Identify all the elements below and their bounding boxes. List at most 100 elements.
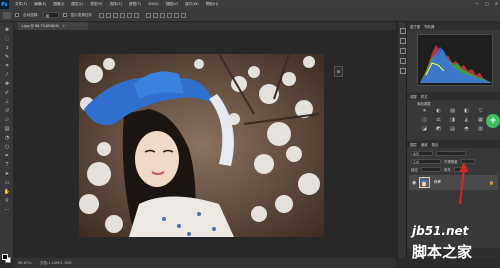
lock-icons[interactable] xyxy=(420,167,441,172)
menu-3d[interactable]: 3D(D) xyxy=(148,2,159,7)
layers-panel-header: 图层 通道 路径 xyxy=(407,140,500,148)
brush-tool-icon[interactable]: ✐ xyxy=(3,89,11,96)
menu-help[interactable]: 帮助(H) xyxy=(206,2,219,7)
gradient-tool-icon[interactable]: ▤ xyxy=(3,125,11,132)
properties-panel-icon[interactable] xyxy=(400,38,406,44)
more-tools-icon[interactable]: ⋯ xyxy=(3,206,11,213)
adjustments-title: 添加调整 xyxy=(417,102,431,106)
align-top-icon[interactable] xyxy=(99,12,105,18)
auto-select-checkbox[interactable] xyxy=(15,13,19,17)
tab-layers[interactable]: 图层 xyxy=(410,142,417,147)
green-add-button[interactable]: + xyxy=(486,114,500,128)
gradient-map-icon[interactable]: ◓ xyxy=(463,126,470,132)
adjustments-grid: ☀ ◐ ▨ ◧ ▽ ◫ ⚖ ◨ ◭ ▦ ◪ ◩ ▤ ◓ ▥ xyxy=(421,108,491,132)
distribute-bottom-icon[interactable] xyxy=(160,12,166,18)
selective-color-icon[interactable]: ▥ xyxy=(477,126,484,132)
eyedropper-tool-icon[interactable]: ⁄ xyxy=(3,71,11,78)
tab-paths[interactable]: 路径 xyxy=(432,142,439,147)
path-select-tool-icon[interactable]: ➤ xyxy=(3,170,11,177)
crop-tool-icon[interactable]: ⌗ xyxy=(3,62,11,69)
quick-select-tool-icon[interactable]: ✎ xyxy=(3,53,11,60)
tab-styles[interactable]: 样式 xyxy=(421,94,428,99)
clone-stamp-tool-icon[interactable]: ⊥ xyxy=(3,98,11,105)
align-vcenter-icon[interactable] xyxy=(106,12,112,18)
tab-adjustments[interactable]: 调整 xyxy=(410,94,417,99)
blend-mode-select[interactable]: 正常 xyxy=(411,159,441,164)
healing-brush-tool-icon[interactable]: ✚ xyxy=(3,80,11,87)
menu-window[interactable]: 窗口(W) xyxy=(185,2,199,7)
marquee-tool-icon[interactable]: ⬚ xyxy=(3,35,11,42)
eye-icon[interactable]: ◉ xyxy=(412,180,416,186)
history-brush-tool-icon[interactable]: ↺ xyxy=(3,107,11,114)
eraser-tool-icon[interactable]: ▱ xyxy=(3,116,11,123)
distribute-right-icon[interactable] xyxy=(181,12,187,18)
auto-select-dropdown[interactable]: 组 xyxy=(42,12,59,18)
align-right-icon[interactable] xyxy=(134,12,140,18)
float-panel-icon[interactable]: ⊞ xyxy=(334,66,343,77)
brightness-icon[interactable]: ☀ xyxy=(421,108,428,114)
tab-navigator[interactable]: 导航器 xyxy=(424,24,434,29)
history-panel-icon[interactable] xyxy=(400,28,406,34)
menu-file[interactable]: 文件(F) xyxy=(15,2,27,7)
lock-icon: 🔒 xyxy=(489,180,494,185)
blur-tool-icon[interactable]: ◔ xyxy=(3,134,11,141)
menu-layer[interactable]: 图层(L) xyxy=(71,2,83,7)
threshold-icon[interactable]: ▤ xyxy=(449,126,456,132)
photo-filter-icon[interactable]: ◭ xyxy=(463,117,470,123)
pen-tool-icon[interactable]: ✒ xyxy=(3,152,11,159)
layer-thumbnail-image xyxy=(420,178,430,187)
zoom-tool-icon[interactable]: ⚲ xyxy=(3,197,11,204)
menu-filter[interactable]: 滤镜(T) xyxy=(129,2,141,7)
exposure-icon[interactable]: ◧ xyxy=(463,108,470,114)
distribute-vcenter-icon[interactable] xyxy=(153,12,159,18)
posterize-icon[interactable]: ◩ xyxy=(435,126,442,132)
invert-icon[interactable]: ◪ xyxy=(421,126,428,132)
black-white-icon[interactable]: ◨ xyxy=(449,117,456,123)
brush-panel-icon[interactable] xyxy=(400,58,406,64)
align-hcenter-icon[interactable] xyxy=(127,12,133,18)
hue-saturation-icon[interactable]: ◫ xyxy=(421,117,428,123)
layer-kind-filter[interactable]: 类型 xyxy=(411,151,433,156)
histogram-graph xyxy=(420,45,492,83)
levels-icon[interactable]: ◐ xyxy=(435,108,442,114)
distribute-left-icon[interactable] xyxy=(167,12,173,18)
document-tab[interactable]: 1.jpg @ 66.7%(RGB/8) × xyxy=(18,22,88,30)
channel-mixer-icon[interactable]: ▦ xyxy=(477,117,484,123)
histogram-chart xyxy=(417,34,493,86)
dodge-tool-icon[interactable]: ○ xyxy=(3,143,11,150)
tab-close-icon[interactable]: × xyxy=(62,24,65,28)
show-transform-checkbox[interactable] xyxy=(62,13,67,17)
move-tool-preset-icon[interactable] xyxy=(3,11,11,19)
vibrance-icon[interactable]: ▽ xyxy=(477,108,484,114)
minimize-button[interactable]: — xyxy=(475,1,479,6)
photo-canvas[interactable] xyxy=(79,54,324,237)
curves-icon[interactable]: ▨ xyxy=(449,108,456,114)
color-balance-icon[interactable]: ⚖ xyxy=(435,117,442,123)
menu-select[interactable]: 选择(S) xyxy=(110,2,122,7)
lasso-tool-icon[interactable]: ↄ xyxy=(3,44,11,51)
menu-image[interactable]: 图像(I) xyxy=(53,2,64,7)
hand-tool-icon[interactable]: ✋ xyxy=(3,188,11,195)
shape-tool-icon[interactable]: ▭ xyxy=(3,179,11,186)
distribute-top-icon[interactable] xyxy=(146,12,152,18)
tab-histogram[interactable]: 直方图 xyxy=(410,24,420,29)
foreground-color-swatch[interactable] xyxy=(2,254,8,260)
photoshop-logo: Ps xyxy=(0,0,9,9)
window-controls: — □ ✕ xyxy=(475,1,498,6)
tab-channels[interactable]: 通道 xyxy=(421,142,428,147)
align-left-icon[interactable] xyxy=(120,12,126,18)
move-tool-icon[interactable]: ✥ xyxy=(3,26,11,33)
auto-select-label: 自动选择: xyxy=(23,12,39,17)
maximize-button[interactable]: □ xyxy=(485,1,489,6)
info-panel-icon[interactable] xyxy=(400,48,406,54)
menu-view[interactable]: 视图(V) xyxy=(166,2,178,7)
menu-type[interactable]: 类型(Y) xyxy=(90,2,102,7)
close-button[interactable]: ✕ xyxy=(495,1,498,6)
align-bottom-icon[interactable] xyxy=(113,12,119,18)
document-tab-title: 1.jpg @ 66.7%(RGB/8) xyxy=(21,24,60,28)
distribute-hcenter-icon[interactable] xyxy=(174,12,180,18)
paragraph-panel-icon[interactable] xyxy=(400,68,406,74)
type-tool-icon[interactable]: T xyxy=(3,161,11,168)
zoom-level[interactable]: 66.67% xyxy=(18,261,32,265)
menu-edit[interactable]: 编辑(E) xyxy=(34,2,46,7)
